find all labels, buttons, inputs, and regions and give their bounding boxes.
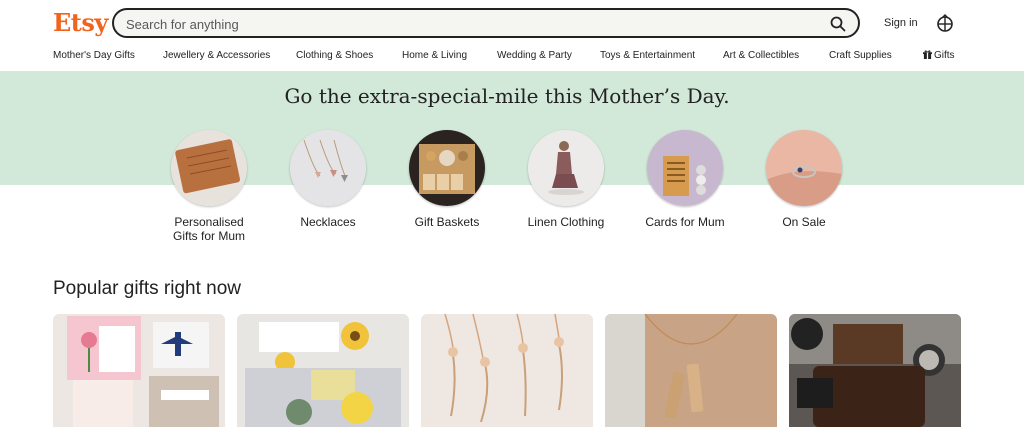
category-label-line1: Personalised (174, 215, 244, 229)
gift-icon (923, 50, 932, 59)
category-image (647, 130, 723, 206)
nav-craft-supplies[interactable]: Craft Supplies (829, 50, 892, 61)
nav-jewellery-accessories[interactable]: Jewellery & Accessories (163, 50, 270, 61)
category-label-line1: On Sale (782, 215, 826, 229)
category-personalised-gifts[interactable]: Personalised Gifts for Mum (154, 130, 264, 243)
category-linen-clothing[interactable]: Linen Clothing (511, 130, 621, 229)
nav-gifts[interactable]: Gifts (923, 50, 955, 61)
category-label-line1: Cards for Mum (645, 215, 725, 229)
category-image (171, 130, 247, 206)
hero-title: Go the extra-special-mile this Mother’s … (284, 84, 730, 108)
etsy-logo[interactable]: Etsy (53, 8, 108, 37)
nav-clothing-shoes[interactable]: Clothing & Shoes (296, 50, 373, 61)
product-image (605, 314, 777, 427)
category-cards-for-mum[interactable]: Cards for Mum (630, 130, 740, 229)
product-image (237, 314, 409, 427)
sign-in-link[interactable]: Sign in (884, 17, 918, 29)
product-image (789, 314, 961, 427)
product-card-leather-wallet[interactable] (789, 314, 961, 427)
category-on-sale[interactable]: On Sale (749, 130, 859, 229)
basket-icon[interactable] (936, 14, 954, 32)
product-image (421, 314, 593, 427)
category-image (766, 130, 842, 206)
search-bar[interactable] (112, 8, 860, 38)
product-card-birth-flower[interactable] (53, 314, 225, 427)
nav-mothers-day-gifts[interactable]: Mother's Day Gifts (53, 50, 135, 61)
category-nav: Mother's Day Gifts Jewellery & Accessori… (0, 50, 1024, 68)
nav-home-living[interactable]: Home & Living (402, 50, 467, 61)
nav-gifts-label: Gifts (934, 50, 955, 61)
category-image (409, 130, 485, 206)
category-label-line2: Gifts for Mum (172, 229, 245, 243)
search-icon[interactable] (830, 16, 846, 32)
product-card-sunshine-box[interactable] (237, 314, 409, 427)
category-image (528, 130, 604, 206)
category-label-line1: Necklaces (300, 215, 356, 229)
category-image (290, 130, 366, 206)
nav-art-collectibles[interactable]: Art & Collectibles (723, 50, 799, 61)
nav-wedding-party[interactable]: Wedding & Party (497, 50, 572, 61)
product-card-bar-necklace[interactable] (605, 314, 777, 427)
category-gift-baskets[interactable]: Gift Baskets (392, 130, 502, 229)
category-necklaces[interactable]: Necklaces (273, 130, 383, 229)
category-label-line1: Gift Baskets (414, 215, 480, 229)
product-card-name-necklace[interactable] (421, 314, 593, 427)
search-input[interactable] (126, 13, 806, 35)
section-title: Popular gifts right now (53, 278, 241, 299)
product-image (53, 314, 225, 427)
category-label-line1: Linen Clothing (527, 215, 605, 229)
nav-toys-entertainment[interactable]: Toys & Entertainment (600, 50, 695, 61)
